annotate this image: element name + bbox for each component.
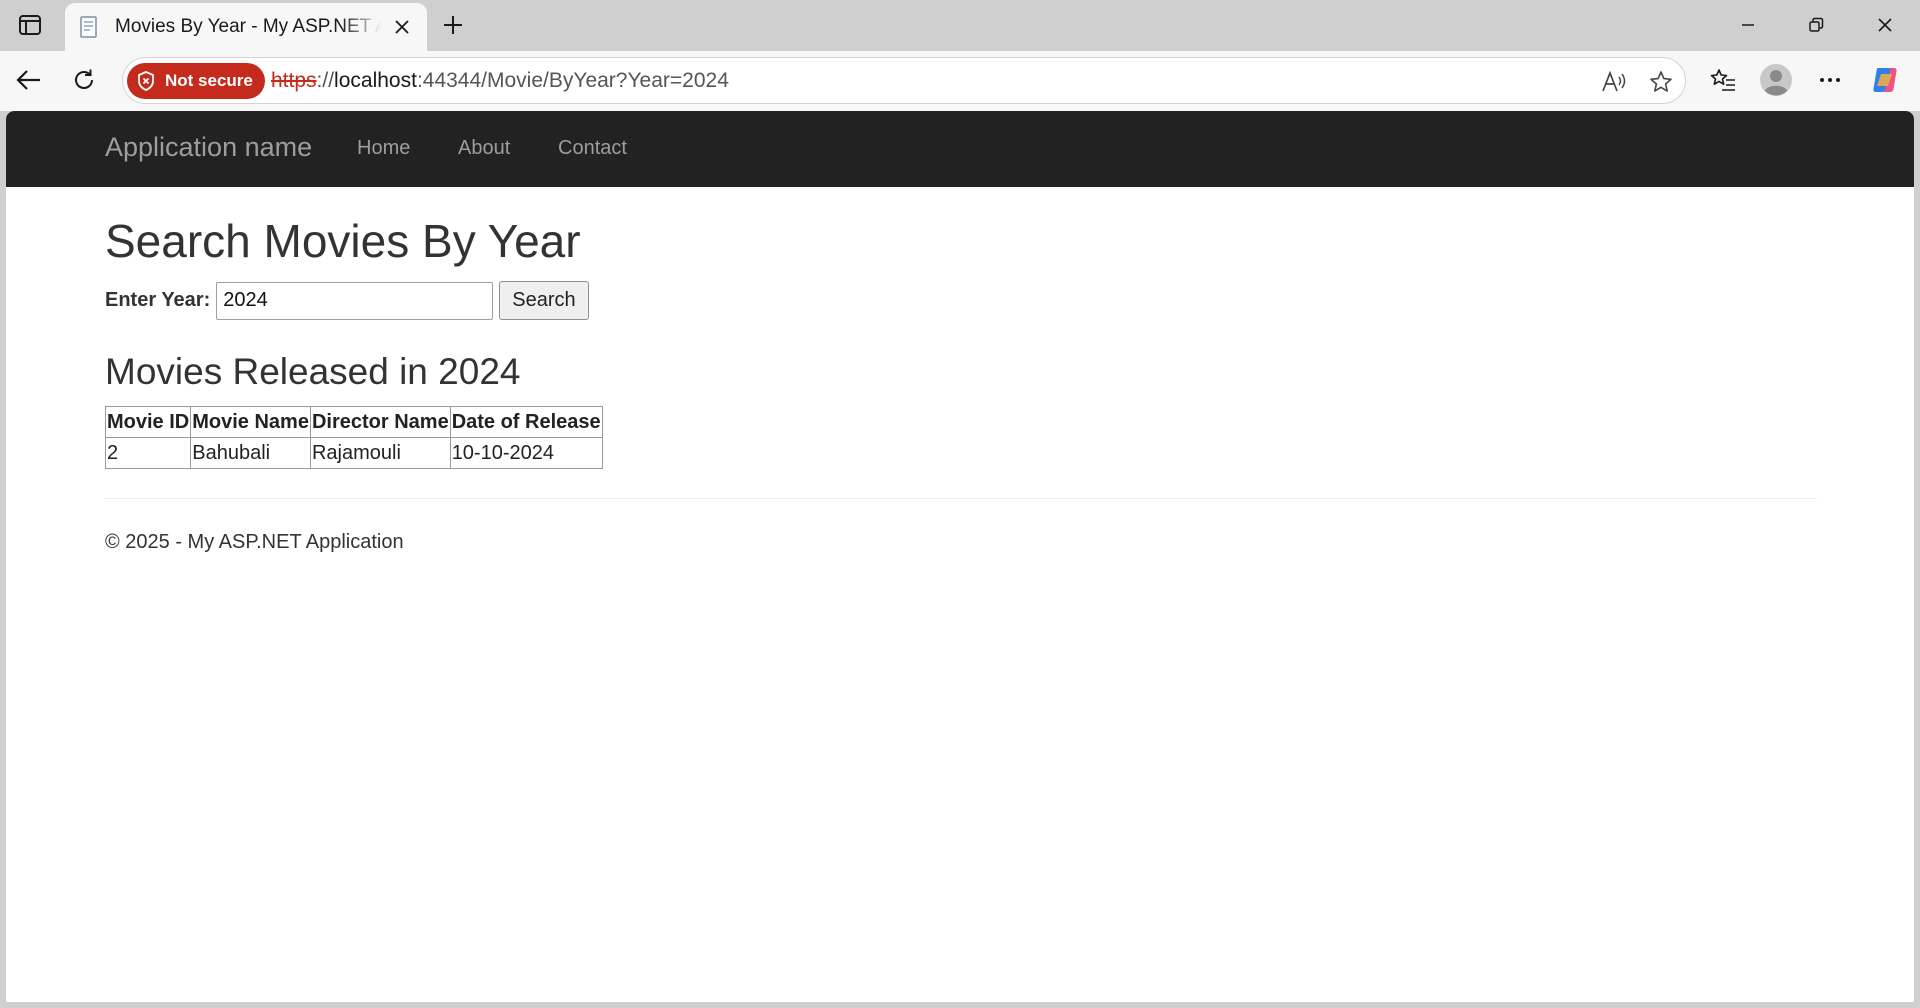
read-aloud-icon <box>1602 71 1626 92</box>
copilot-icon <box>1873 68 1897 92</box>
site-navbar: Application name Home About Contact <box>6 111 1914 187</box>
favorites-button[interactable] <box>1703 60 1743 100</box>
tab-actions-button[interactable] <box>12 10 48 40</box>
footer-copyright: © 2025 - My ASP.NET Application <box>105 531 404 553</box>
viewport-bottom-edge <box>6 1002 1914 1003</box>
more-options-button[interactable] <box>1810 60 1850 100</box>
page-viewport: Application name Home About Contact Sear… <box>6 111 1914 1003</box>
more-dots-icon <box>1820 78 1840 82</box>
sidebar-layout-icon <box>19 15 41 35</box>
year-search-form: Enter Year: 2024 Search <box>105 281 589 320</box>
page-title: Search Movies By Year <box>105 215 581 267</box>
results-heading: Movies Released in 2024 <box>105 351 521 392</box>
movies-table: Movie ID Movie Name Director Name Date o… <box>104 406 603 469</box>
table-row: 2 Bahubali Rajamouli 10-10-2024 <box>104 437 603 469</box>
back-button[interactable] <box>9 60 49 100</box>
nav-link-about[interactable]: About <box>458 137 510 160</box>
search-button[interactable]: Search <box>499 281 589 320</box>
tab-title: Movies By Year - My ASP.NET Application <box>115 16 381 37</box>
close-window-button[interactable] <box>1857 4 1913 46</box>
copilot-button[interactable] <box>1866 60 1906 100</box>
favorites-list-icon <box>1710 69 1735 91</box>
column-header-movie-name: Movie Name <box>190 406 311 438</box>
refresh-icon <box>75 69 93 89</box>
url-host: localhost <box>334 69 417 92</box>
refresh-button[interactable] <box>64 60 104 100</box>
url-path: :44344/Movie/ByYear?Year=2024 <box>416 69 729 92</box>
read-aloud-button[interactable] <box>1597 65 1631 99</box>
star-icon <box>1650 71 1672 92</box>
year-input[interactable]: 2024 <box>216 281 494 320</box>
cell-movie-name: Bahubali <box>190 437 311 469</box>
browser-tab-active[interactable]: Movies By Year - My ASP.NET Application <box>65 3 427 51</box>
not-secure-label: Not secure <box>165 71 253 90</box>
navbar-brand-link[interactable]: Application name <box>105 132 312 163</box>
year-field-label: Enter Year: <box>105 289 211 311</box>
close-tab-icon[interactable] <box>389 14 415 40</box>
back-arrow-icon <box>16 70 40 90</box>
footer-divider <box>105 498 1817 499</box>
browser-toolbar: Not secure https://localhost:44344/Movie… <box>0 51 1920 111</box>
plus-icon <box>444 16 462 34</box>
address-bar[interactable]: Not secure https://localhost:44344/Movie… <box>122 57 1686 104</box>
column-header-movie-id: Movie ID <box>104 406 192 438</box>
cell-director-name: Rajamouli <box>309 437 451 469</box>
table-header-row: Movie ID Movie Name Director Name Date o… <box>104 406 603 438</box>
page-favicon-icon <box>77 15 101 39</box>
minimize-icon <box>1742 24 1754 26</box>
nav-link-home[interactable]: Home <box>357 137 410 160</box>
url-text[interactable]: https://localhost:44344/Movie/ByYear?Yea… <box>271 69 729 93</box>
column-header-date-of-release: Date of Release <box>449 406 603 438</box>
close-icon <box>1878 18 1892 32</box>
shield-warning-icon <box>138 71 154 91</box>
url-protocol: https <box>271 69 317 92</box>
favorite-star-button[interactable] <box>1644 65 1678 99</box>
avatar-icon <box>1760 64 1792 96</box>
restore-icon <box>1809 17 1824 32</box>
profile-button[interactable] <box>1756 60 1796 100</box>
restore-button[interactable] <box>1788 4 1844 46</box>
nav-link-contact[interactable]: Contact <box>558 137 627 160</box>
url-separator: :// <box>316 69 335 92</box>
browser-tab-strip: Movies By Year - My ASP.NET Application <box>0 0 1920 51</box>
cell-movie-id: 2 <box>104 437 192 469</box>
new-tab-button[interactable] <box>436 8 470 42</box>
column-header-director-name: Director Name <box>309 406 451 438</box>
cell-date-of-release: 10-10-2024 <box>449 437 603 469</box>
not-secure-badge[interactable]: Not secure <box>127 63 265 99</box>
minimize-button[interactable] <box>1720 4 1776 46</box>
